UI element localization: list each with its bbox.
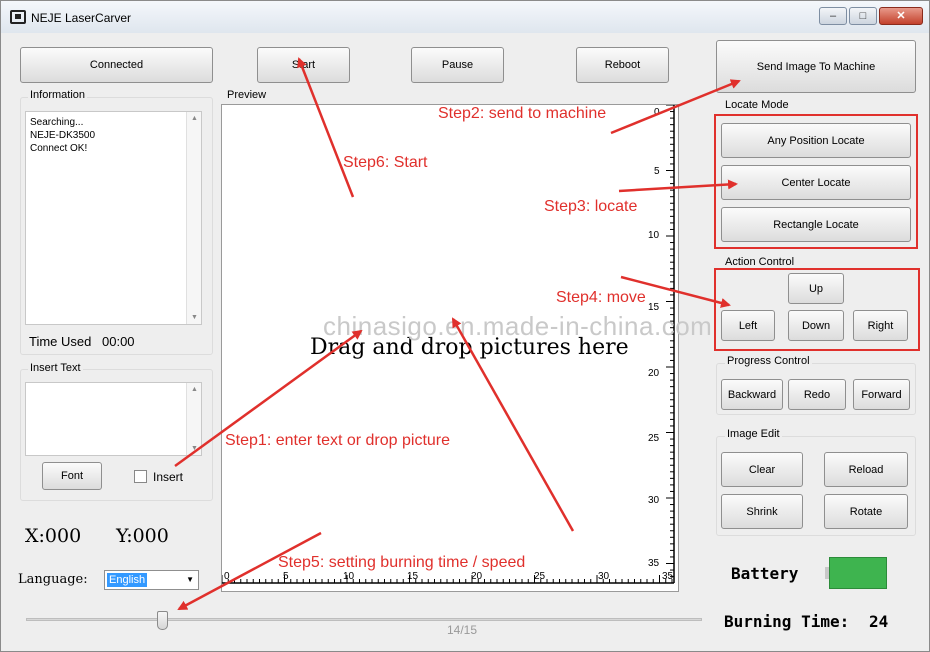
burning-time-slider-thumb[interactable] <box>157 611 168 630</box>
language-selected-value: English <box>107 573 148 587</box>
information-label: Information <box>28 89 88 101</box>
burning-time-label: Burning Time: <box>724 612 850 631</box>
language-label: Language: <box>18 572 88 587</box>
redo-button[interactable]: Redo <box>788 379 846 410</box>
forward-button[interactable]: Forward <box>853 379 910 410</box>
insert-text-input[interactable]: ▲ ▼ <box>25 382 202 456</box>
insert-checkbox[interactable] <box>134 470 147 483</box>
locate-mode-label: Locate Mode <box>725 99 789 111</box>
x-tick-label: 15 <box>407 571 419 582</box>
x-tick-label: 5 <box>283 571 289 582</box>
maximize-button[interactable]: □ <box>849 7 877 25</box>
up-button[interactable]: Up <box>788 273 844 304</box>
window-controls: – □ ✕ <box>819 7 923 25</box>
y-tick-label: 30 <box>648 495 660 506</box>
time-used-label: Time Used <box>29 334 92 349</box>
x-coordinate: X:000 <box>25 525 82 547</box>
step4-annotation: Step4: move <box>556 289 646 306</box>
x-tick-label: 35 <box>662 571 674 582</box>
image-edit-label: Image Edit <box>725 428 782 440</box>
connected-button[interactable]: Connected <box>20 47 213 83</box>
left-button[interactable]: Left <box>721 310 775 341</box>
window-title: NEJE LaserCarver <box>31 11 132 25</box>
right-button[interactable]: Right <box>853 310 908 341</box>
progress-control-label: Progress Control <box>725 355 812 367</box>
battery-indicator <box>829 557 887 589</box>
y-tick-label: 5 <box>654 166 660 177</box>
down-button[interactable]: Down <box>788 310 844 341</box>
pause-button[interactable]: Pause <box>411 47 504 83</box>
scroll-up-icon[interactable]: ▲ <box>191 386 198 393</box>
y-tick-label: 10 <box>648 230 660 241</box>
y-tick-label: 25 <box>648 433 660 444</box>
x-tick-label: 0 <box>224 571 230 582</box>
action-control-label: Action Control <box>725 256 795 268</box>
preview-canvas[interactable]: 0 5 10 15 20 25 30 35 0 5 10 15 20 25 30… <box>221 104 679 592</box>
rectangle-locate-button[interactable]: Rectangle Locate <box>721 207 911 242</box>
time-used-value: 00:00 <box>102 334 135 349</box>
watermark: chinasigo.en.made-in-china.com <box>323 311 713 341</box>
start-button[interactable]: Start <box>257 47 350 83</box>
backward-button[interactable]: Backward <box>721 379 783 410</box>
insert-text-scrollbar[interactable]: ▲ ▼ <box>186 383 201 455</box>
insert-text-label: Insert Text <box>28 362 83 374</box>
log-line: Connect OK! <box>30 143 88 154</box>
send-image-button[interactable]: Send Image To Machine <box>716 40 916 93</box>
minimize-button[interactable]: – <box>819 7 847 25</box>
x-tick-label: 20 <box>471 571 483 582</box>
any-position-locate-button[interactable]: Any Position Locate <box>721 123 911 158</box>
reload-button[interactable]: Reload <box>824 452 908 487</box>
burning-time-value: 24 <box>869 612 889 631</box>
step3-annotation: Step3: locate <box>544 198 638 215</box>
x-tick-label: 25 <box>534 571 546 582</box>
insert-checkbox-label: Insert <box>153 470 184 484</box>
x-tick-label: 10 <box>343 571 355 582</box>
step1-annotation: Step1: enter text or drop picture <box>225 432 451 449</box>
title-bar: NEJE LaserCarver – □ ✕ <box>1 1 929 33</box>
step6-annotation: Step6: Start <box>343 154 428 171</box>
font-button[interactable]: Font <box>42 462 102 490</box>
slider-readout: 14/15 <box>447 623 478 637</box>
x-tick-label: 30 <box>598 571 610 582</box>
battery-label: Battery <box>731 564 799 583</box>
scroll-down-icon[interactable]: ▼ <box>191 314 198 321</box>
log-line: Searching... <box>30 117 84 128</box>
shrink-button[interactable]: Shrink <box>721 494 803 529</box>
scroll-up-icon[interactable]: ▲ <box>191 115 198 122</box>
preview-label: Preview <box>227 89 267 101</box>
center-locate-button[interactable]: Center Locate <box>721 165 911 200</box>
information-scrollbar[interactable]: ▲ ▼ <box>186 112 201 324</box>
step5-annotation: Step5: setting burning time / speed <box>278 554 526 571</box>
clear-button[interactable]: Clear <box>721 452 803 487</box>
chevron-down-icon[interactable]: ▼ <box>186 575 194 584</box>
app-logo-icon <box>10 10 26 24</box>
language-select[interactable]: English ▼ <box>104 570 199 590</box>
rotate-button[interactable]: Rotate <box>824 494 908 529</box>
app-window: NEJE LaserCarver – □ ✕ Connected Start P… <box>0 0 930 652</box>
information-log[interactable]: Searching... NEJE-DK3500 Connect OK! ▲ ▼ <box>25 111 202 325</box>
scroll-down-icon[interactable]: ▼ <box>191 445 198 452</box>
log-line: NEJE-DK3500 <box>30 130 96 141</box>
x-ruler-labels: 0 5 10 15 20 25 30 35 <box>224 571 674 582</box>
close-button[interactable]: ✕ <box>879 7 923 25</box>
step2-annotation: Step2: send to machine <box>438 105 607 122</box>
y-tick-label: 35 <box>648 558 660 569</box>
burning-time-slider-track[interactable] <box>26 618 702 621</box>
y-tick-label: 0 <box>654 107 660 118</box>
reboot-button[interactable]: Reboot <box>576 47 669 83</box>
y-tick-label: 20 <box>648 368 660 379</box>
y-coordinate: Y:000 <box>116 525 169 547</box>
